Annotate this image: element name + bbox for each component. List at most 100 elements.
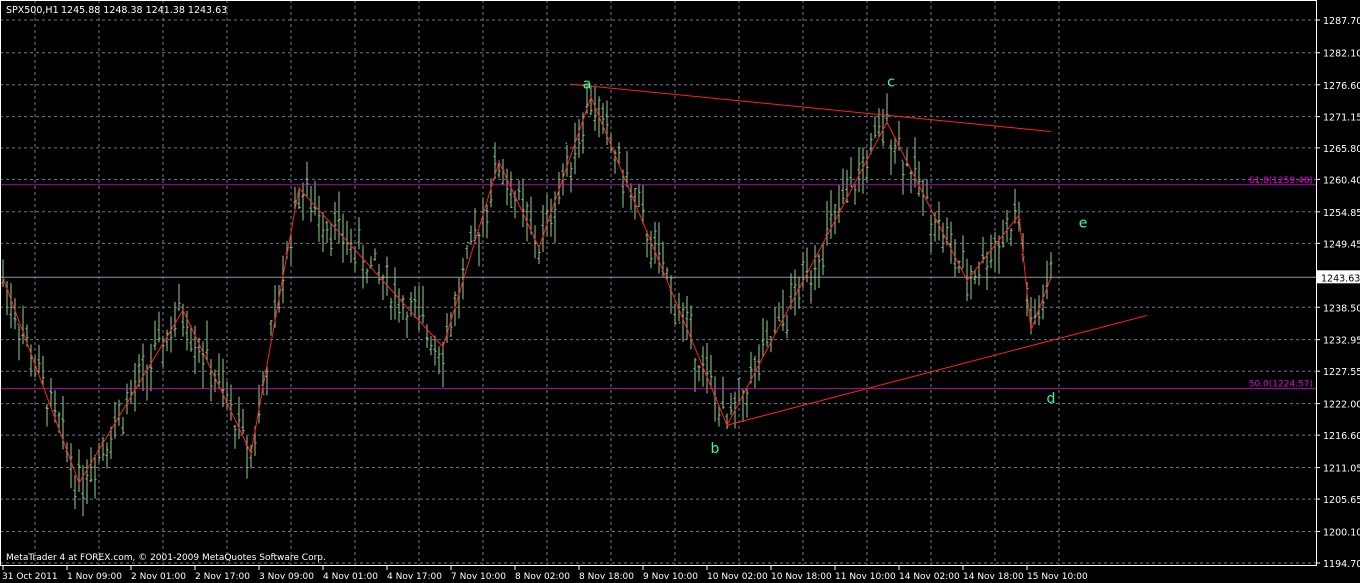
x-tick-label: 2 Nov 01:00 (131, 572, 186, 582)
ohlc-bar (153, 320, 157, 351)
x-tick-label: 8 Nov 18:00 (579, 572, 634, 582)
ohlc-bar (17, 323, 21, 361)
x-tick-label: 3 Nov 09:00 (259, 572, 314, 582)
ohlc-bar (149, 343, 153, 392)
ohlc-bar (357, 217, 361, 250)
ohlc-bar (925, 179, 929, 200)
y-tick-label: 1222.00 (1323, 400, 1360, 411)
ohlc-bar (45, 404, 49, 427)
ohlc-bar (437, 346, 441, 375)
y-tick-label: 1287.70 (1323, 16, 1360, 27)
ohlc-bar (865, 149, 869, 183)
ohlc-bar (397, 288, 401, 323)
ohlc-bar (649, 231, 653, 269)
ohlc-bar (817, 253, 821, 289)
trendline-lower (726, 314, 1148, 426)
ohlc-bar (93, 454, 97, 499)
ohlc-bar (377, 263, 381, 285)
ohlc-bar (81, 465, 85, 517)
ohlc-bar (301, 182, 305, 221)
y-tick-label: 1205.65 (1323, 495, 1360, 506)
ohlc-bar (321, 212, 325, 253)
ohlc-bar (429, 336, 433, 356)
x-tick-label: 14 Nov 18:00 (963, 572, 1024, 582)
chart-window[interactable]: 61.8(1259.48) 50.0(1224.57) a b c d e 1287.70 1… (0, 0, 1360, 583)
ohlc-readout: 1245.88 1248.38 1241.38 1243.63 (61, 5, 227, 16)
ohlc-bar (329, 222, 333, 257)
ohlc-bar (657, 222, 661, 274)
y-tick-label: 1265.80 (1323, 144, 1360, 155)
y-tick-label: 1200.10 (1323, 527, 1360, 538)
y-tick-label: 1238.50 (1323, 303, 1360, 314)
ohlc-bar (365, 268, 369, 284)
ohlc-bar (233, 424, 237, 449)
axes: 1287.70 1282.10 1276.60 1271.15 1265.80 1260.… (0, 0, 1360, 582)
x-tick-label: 2 Nov 17:00 (195, 572, 250, 582)
ohlc-bar (69, 443, 73, 489)
x-tick-label: 11 Nov 10:00 (835, 572, 896, 582)
ohlc-bar (129, 379, 133, 405)
y-tick-label: 1211.05 (1323, 464, 1360, 475)
wave-label-a: a (583, 76, 592, 92)
ohlc-bar (857, 147, 861, 193)
fib-level-label: 50.0(1224.57) (1249, 380, 1313, 390)
y-tick-label: 1249.45 (1323, 239, 1360, 250)
ohlc-bar (1, 259, 5, 287)
ohlc-bar (545, 194, 549, 237)
ohlc-bar (909, 170, 913, 194)
y-tick-label: 1194.70 (1323, 559, 1360, 570)
ohlc-bar (937, 201, 941, 241)
plot-border (0, 0, 1317, 566)
ohlc-bar (549, 198, 553, 237)
symbol-label: SPX500,H1 (6, 5, 59, 16)
ohlc-bar (1045, 260, 1049, 300)
ohlc-bar (317, 195, 321, 242)
ohlc-bar (685, 296, 689, 340)
ohlc-bar (669, 275, 673, 314)
ohlc-bar (269, 319, 273, 336)
y-tick-label: 1260.40 (1323, 175, 1360, 186)
ohlc-bar (477, 232, 481, 267)
ohlc-bar (241, 408, 245, 435)
x-tick-label: 4 Nov 17:00 (387, 572, 442, 582)
ohlc-bar (725, 413, 729, 430)
ohlc-bar (993, 231, 997, 272)
y-tick-label: 1232.95 (1323, 336, 1360, 347)
ohlc-bar (37, 344, 41, 374)
ohlc-bar (165, 329, 169, 352)
zigzag-line (2, 95, 1052, 485)
ohlc-bar (345, 220, 349, 255)
ohlc-bar (201, 341, 205, 389)
ohlc-bar (941, 222, 945, 253)
ohlc-bar (1049, 252, 1053, 280)
y-tick-label: 1271.15 (1323, 113, 1360, 124)
ohlc-bar (689, 305, 693, 350)
x-tick-label: 7 Nov 10:00 (451, 572, 506, 582)
ohlc-bar (777, 302, 781, 322)
ohlc-bar (405, 311, 409, 338)
x-tick-label: 14 Nov 02:00 (899, 572, 960, 582)
ohlc-bar (773, 307, 777, 335)
ohlc-bar (877, 108, 881, 137)
ohlc-bar (793, 269, 797, 316)
ohlc-bar (485, 204, 489, 239)
ohlc-bar (413, 286, 417, 318)
ohlc-bar (229, 384, 233, 421)
current-price-label: 1243.63 (1321, 273, 1360, 284)
ohlc-bar (169, 316, 173, 353)
ohlc-bar (577, 118, 581, 158)
ohlc-bar (85, 459, 89, 504)
ohlc-bar (969, 265, 973, 300)
ohlc-bar (417, 285, 421, 331)
ohlc-bar (325, 220, 329, 243)
price-chart[interactable]: 61.8(1259.48)50.0(1224.57)abcde 1287.701… (0, 0, 1360, 583)
ohlc-bar (9, 283, 13, 329)
ohlc-bar (617, 142, 621, 164)
ohlc-bar (385, 256, 389, 296)
ohlc-bar (361, 245, 365, 289)
ohlc-bar (573, 122, 577, 175)
ohlc-bar (141, 343, 145, 392)
ohlc-bar (821, 243, 825, 276)
x-tick-label: 8 Nov 02:00 (515, 572, 570, 582)
x-tick-label: 31 Oct 2011 (2, 572, 58, 582)
